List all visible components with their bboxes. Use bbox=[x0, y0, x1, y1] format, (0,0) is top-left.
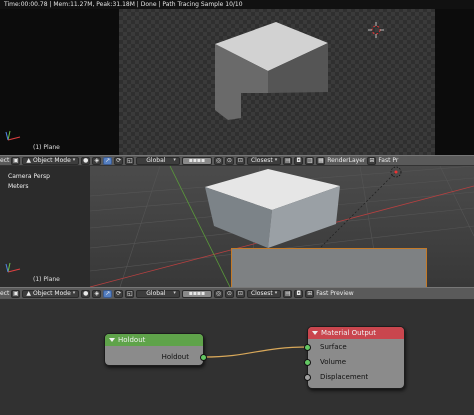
snap-target-dropdown[interactable]: Closest ▾ bbox=[246, 156, 282, 165]
rotate-manipulator-icon[interactable]: ⟳ bbox=[114, 289, 124, 298]
axis-gizmo-icon bbox=[5, 130, 21, 141]
proportional-edit-icon[interactable]: ⊙ bbox=[224, 156, 234, 165]
holdout-node[interactable]: Holdout Holdout bbox=[104, 333, 207, 366]
snap-label: Closest bbox=[250, 157, 273, 164]
collapse-triangle-icon[interactable] bbox=[312, 331, 318, 335]
orientation-label: Global bbox=[146, 157, 166, 164]
render-layer-label[interactable]: RenderLayer bbox=[327, 157, 365, 165]
chevron-down-icon: ▾ bbox=[274, 157, 278, 163]
view-name: Camera Persp bbox=[8, 173, 50, 180]
header-partial-label: ect bbox=[0, 289, 10, 297]
chevron-down-icon: ▾ bbox=[72, 290, 76, 296]
render-icon[interactable]: ▤ bbox=[283, 156, 293, 165]
holdout-node-header[interactable]: Holdout bbox=[105, 334, 203, 346]
viewport-shading-icon[interactable]: ● bbox=[81, 289, 91, 298]
lock-camera-icon[interactable]: ◎ bbox=[213, 156, 223, 165]
fast-preview-icon[interactable]: ⊞ bbox=[367, 156, 377, 165]
scale-manipulator-icon[interactable]: ◱ bbox=[125, 156, 135, 165]
fast-preview-icon[interactable]: ⊞ bbox=[305, 289, 315, 298]
units-label: Meters bbox=[8, 183, 29, 190]
collapse-triangle-icon[interactable] bbox=[109, 338, 115, 342]
mode-icon: ▲ bbox=[26, 290, 31, 297]
orientation-dropdown[interactable]: Global ▾ bbox=[136, 289, 180, 298]
volume-input-label: Volume bbox=[320, 358, 347, 366]
orientation-label: Global bbox=[146, 290, 166, 297]
material-output-node-header[interactable]: Material Output bbox=[308, 327, 404, 339]
render-engine-icon[interactable]: ▣ bbox=[11, 289, 21, 298]
material-output-node-title: Material Output bbox=[321, 329, 376, 337]
header-partial-label: ect bbox=[0, 156, 10, 164]
object-label: (1) Plane bbox=[33, 144, 60, 151]
material-output-node[interactable]: Material Output Surface Volume Displacem… bbox=[304, 326, 405, 389]
chevron-down-icon: ▾ bbox=[274, 290, 278, 296]
render-layer-icon[interactable]: ▦ bbox=[316, 156, 326, 165]
volume-input-socket[interactable] bbox=[304, 359, 311, 366]
chevron-down-icon: ▾ bbox=[173, 157, 176, 163]
mode-dropdown[interactable]: ▲ Object Mode ▾ bbox=[22, 156, 80, 165]
rotate-manipulator-icon[interactable]: ⟳ bbox=[114, 156, 124, 165]
render-icon[interactable]: ▤ bbox=[283, 289, 293, 298]
lock-camera-icon[interactable]: ◎ bbox=[213, 289, 223, 298]
render-animation-icon[interactable]: ▥ bbox=[305, 156, 315, 165]
surface-input-socket[interactable] bbox=[304, 344, 311, 351]
snap-icon[interactable]: ⊡ bbox=[235, 156, 245, 165]
render-stats-bar: Time:00:00.78 | Mem:11.27M, Peak:31.18M … bbox=[0, 0, 474, 9]
render-engine-icon[interactable]: ▣ bbox=[11, 156, 21, 165]
displacement-input-socket[interactable] bbox=[304, 374, 311, 381]
layers-icon[interactable]: ▪▪▪▪ bbox=[181, 156, 212, 165]
node-link[interactable] bbox=[203, 346, 309, 358]
pivot-icon[interactable]: ◈ bbox=[92, 156, 102, 165]
render-view[interactable]: Time:00:00.78 | Mem:11.27M, Peak:31.18M … bbox=[0, 0, 474, 155]
viewport-info: Camera Persp Meters bbox=[8, 172, 50, 192]
holdout-output-socket[interactable] bbox=[200, 354, 207, 361]
chevron-down-icon: ▾ bbox=[173, 290, 176, 296]
mode-icon: ▲ bbox=[26, 157, 31, 164]
mode-label: Object Mode bbox=[32, 290, 71, 297]
fast-preview-label[interactable]: Fast Pr bbox=[378, 157, 398, 165]
proportional-edit-icon[interactable]: ⊙ bbox=[224, 289, 234, 298]
pivot-icon[interactable]: ◈ bbox=[92, 289, 102, 298]
axis-gizmo-icon bbox=[5, 262, 21, 273]
mode-label: Object Mode bbox=[32, 157, 71, 164]
node-editor[interactable]: Holdout Holdout Material Output Surface … bbox=[0, 300, 474, 415]
object-label: (1) Plane bbox=[33, 276, 60, 283]
manipulator-icon[interactable]: ↗ bbox=[103, 156, 113, 165]
scale-manipulator-icon[interactable]: ◱ bbox=[125, 289, 135, 298]
manipulator-icon[interactable]: ↗ bbox=[103, 289, 113, 298]
fast-preview-label[interactable]: Fast Preview bbox=[316, 290, 353, 298]
viewport-shading-icon[interactable]: ● bbox=[81, 156, 91, 165]
snap-icon[interactable]: ⊡ bbox=[235, 289, 245, 298]
view3d-header-top: ect ▣ ▲ Object Mode ▾ ● ◈ ↗ ⟳ ◱ Global ▾ ▪▪… bbox=[0, 155, 474, 166]
surface-input-label: Surface bbox=[320, 343, 347, 351]
displacement-input-label: Displacement bbox=[320, 373, 369, 381]
holdout-node-title: Holdout bbox=[118, 336, 146, 344]
holdout-output-label: Holdout bbox=[161, 353, 189, 361]
3d-cursor-icon bbox=[368, 22, 384, 38]
render-preview-region[interactable] bbox=[231, 248, 427, 287]
chevron-down-icon: ▾ bbox=[72, 157, 76, 163]
layers-icon[interactable]: ▪▪▪▪ bbox=[181, 289, 212, 298]
snap-label: Closest bbox=[250, 290, 273, 297]
snap-target-dropdown[interactable]: Closest ▾ bbox=[246, 289, 282, 298]
render-scene bbox=[5, 22, 384, 141]
camera-icon[interactable]: ◘ bbox=[294, 156, 304, 165]
camera-icon[interactable]: ◘ bbox=[294, 289, 304, 298]
view3d-header-bottom: ect ▣ ▲ Object Mode ▾ ● ◈ ↗ ⟳ ◱ Global ▾ ▪▪… bbox=[0, 287, 474, 300]
mode-dropdown[interactable]: ▲ Object Mode ▾ bbox=[22, 289, 80, 298]
orientation-dropdown[interactable]: Global ▾ bbox=[136, 156, 180, 165]
